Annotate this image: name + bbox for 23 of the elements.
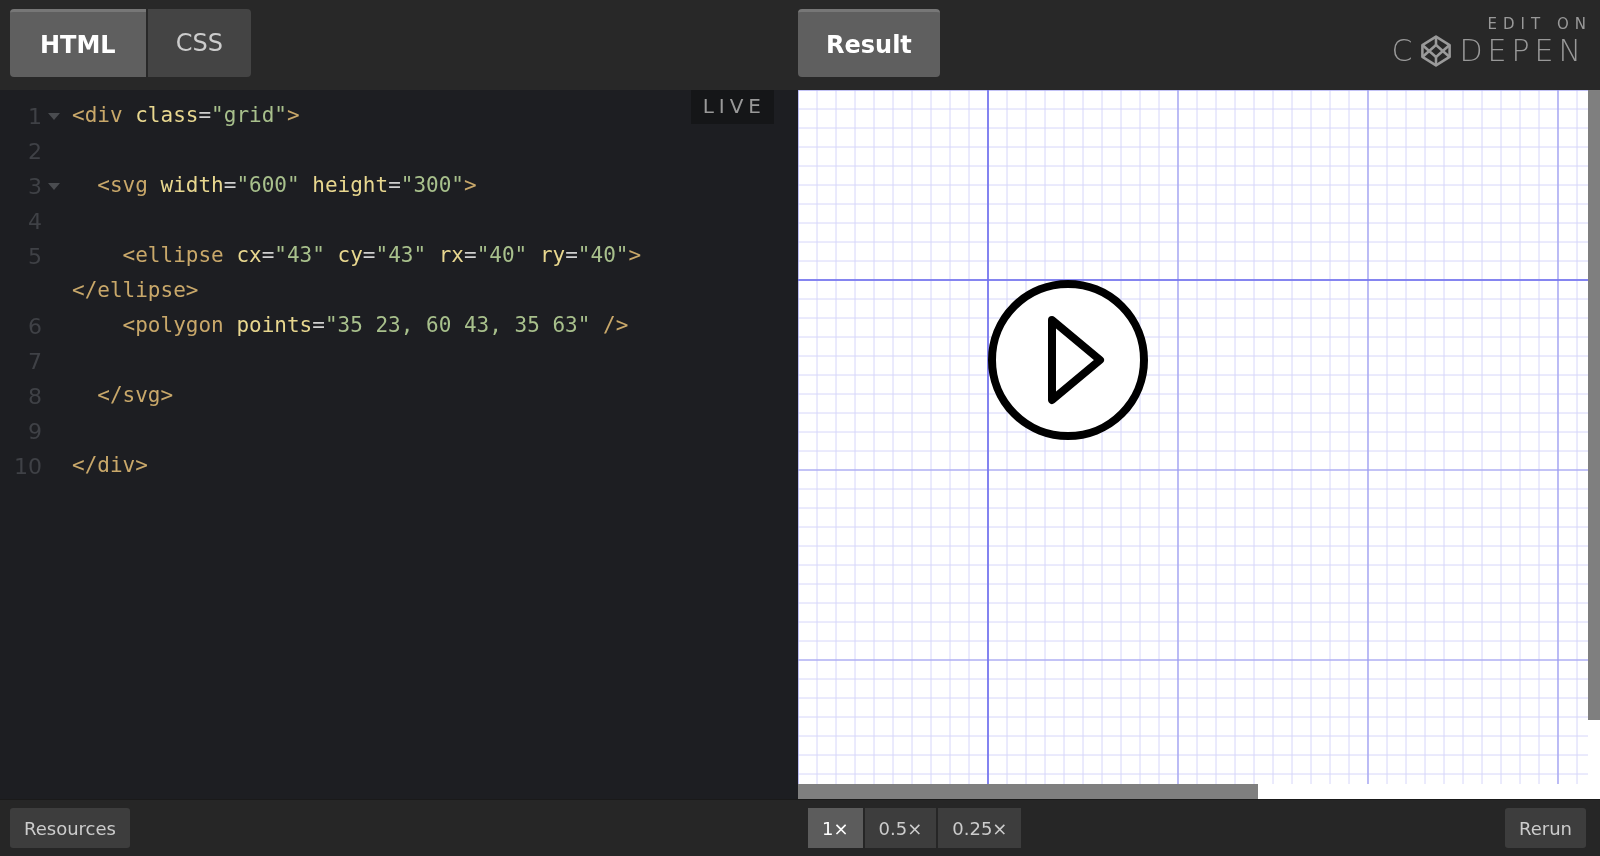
code-line: <div class="grid">: [72, 101, 300, 129]
fold-caret-icon[interactable]: [48, 182, 60, 191]
fold-caret-icon[interactable]: [48, 112, 60, 121]
code-line: <svg width="600" height="300">: [96, 171, 477, 199]
logo-caption: EDIT ON: [1487, 15, 1592, 33]
editor-tab[interactable]: HTML: [10, 9, 146, 77]
code-line: </div>: [72, 451, 148, 479]
logo-text: C: [1391, 33, 1418, 68]
code-line: </svg>: [96, 381, 174, 409]
resources-button[interactable]: Resources: [10, 808, 130, 848]
zoom-button[interactable]: 1×: [808, 808, 863, 848]
horizontal-scrollbar[interactable]: [798, 784, 1258, 799]
vertical-scrollbar[interactable]: [1588, 89, 1600, 720]
zoom-button[interactable]: 0.5×: [864, 808, 937, 848]
editor-tab[interactable]: CSS: [147, 9, 251, 77]
zoom-button[interactable]: 0.25×: [938, 808, 1022, 848]
live-badge: LIVE: [690, 89, 774, 124]
logo-text: DEPEN: [1459, 33, 1586, 68]
code-line: <polygon points="35 23, 60 43, 35 63" />: [121, 311, 629, 339]
cube-logo-icon: [1419, 33, 1454, 68]
result-tab[interactable]: Result: [798, 9, 940, 77]
code-line: <ellipse cx="43" cy="43" rx="40" ry="40"> </ellipse>: [72, 241, 643, 304]
rerun-button[interactable]: Rerun: [1505, 808, 1586, 848]
